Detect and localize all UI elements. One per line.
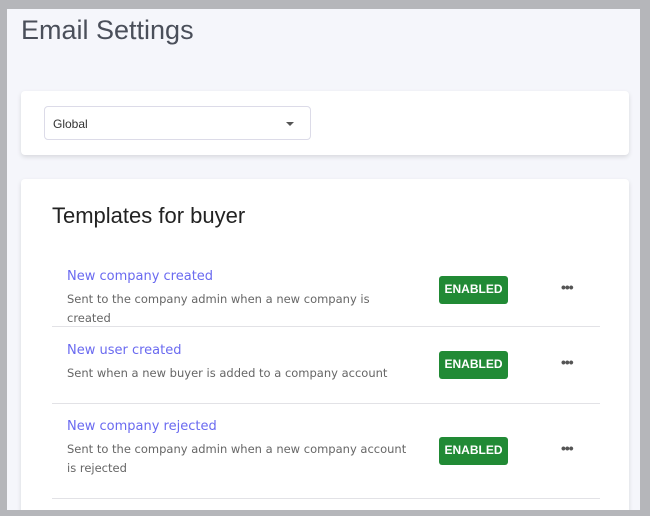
page-title: Email Settings [21, 15, 194, 45]
template-row: New company created Sent to the company … [52, 257, 600, 327]
templates-card: Templates for buyer New company created … [21, 179, 629, 510]
template-description: Sent when a new buyer is added to a comp… [67, 366, 388, 380]
template-link[interactable]: New user created [67, 343, 182, 358]
chevron-down-icon [286, 122, 294, 126]
status-badge: ENABLED [439, 437, 508, 465]
template-link[interactable]: New company rejected [67, 419, 217, 434]
templates-heading: Templates for buyer [52, 203, 246, 228]
template-row: New user created Sent when a new buyer i… [52, 327, 600, 404]
template-row: New company rejected Sent to the company… [52, 404, 600, 499]
more-options-icon[interactable]: ••• [561, 354, 574, 370]
scope-card: Global [21, 91, 629, 155]
more-options-icon[interactable]: ••• [561, 279, 574, 295]
status-badge: ENABLED [439, 276, 508, 304]
template-link[interactable]: New company created [67, 269, 213, 284]
template-description: Sent to the company admin when a new com… [67, 292, 370, 325]
scope-select-value: Global [53, 117, 88, 131]
more-options-icon[interactable]: ••• [561, 440, 574, 456]
scope-select[interactable]: Global [44, 106, 311, 140]
template-description: Sent to the company admin when a new com… [67, 442, 407, 475]
page: Email Settings Global Templates for buye… [7, 9, 640, 510]
status-badge: ENABLED [439, 351, 508, 379]
